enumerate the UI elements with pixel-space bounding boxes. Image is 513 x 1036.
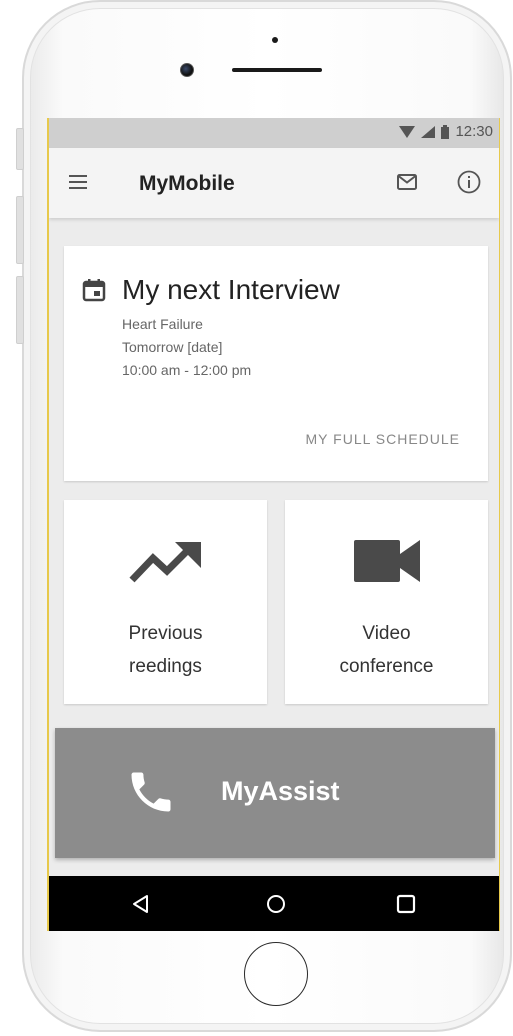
- menu-icon[interactable]: [69, 175, 87, 189]
- home-icon[interactable]: [264, 892, 288, 916]
- info-icon[interactable]: [457, 170, 481, 194]
- readings-label-line1: Previous: [128, 623, 203, 644]
- wifi-icon: [399, 125, 416, 138]
- status-time: 12:30: [455, 123, 493, 140]
- next-interview-card: My next Interview Heart Failure Tomorrow…: [64, 246, 488, 481]
- silent-switch: [16, 128, 24, 170]
- recents-icon[interactable]: [394, 892, 418, 916]
- phone-icon: [131, 772, 171, 812]
- status-icons: 12:30: [399, 123, 493, 140]
- mail-icon[interactable]: [397, 174, 417, 190]
- battery-icon: [441, 124, 450, 139]
- back-icon[interactable]: [129, 892, 153, 916]
- videocam-icon: [353, 540, 420, 582]
- proximity-sensor: [272, 37, 278, 43]
- trending-up-icon: [128, 542, 201, 583]
- navigation-bar: [49, 876, 499, 931]
- home-button[interactable]: [244, 942, 308, 1006]
- interview-time: 10:00 am - 12:00 pm: [122, 362, 252, 378]
- myassist-label: MyAssist: [221, 776, 340, 806]
- video-conference-tile[interactable]: Video conference: [285, 500, 488, 704]
- video-label-line1: Video: [362, 623, 411, 644]
- myassist-button[interactable]: MyAssist: [55, 728, 495, 858]
- front-camera-icon: [180, 63, 194, 77]
- status-bar: 12:30: [49, 118, 499, 148]
- readings-label-line2: reedings: [129, 656, 202, 677]
- previous-readings-tile[interactable]: Previous reedings: [64, 500, 267, 704]
- app-title: MyMobile: [139, 172, 235, 195]
- signal-icon: [421, 125, 436, 138]
- phone-screen: 12:30 MyMobile My next Interview Heart F…: [47, 118, 500, 931]
- video-label-line2: conference: [339, 656, 434, 677]
- earpiece-speaker: [232, 68, 322, 72]
- app-bar: MyMobile: [49, 148, 499, 218]
- full-schedule-link[interactable]: MY FULL SCHEDULE: [306, 431, 460, 447]
- calendar-icon: [82, 279, 106, 302]
- volume-down-button: [16, 276, 24, 344]
- interview-title: My next Interview: [122, 274, 340, 305]
- interview-date: Tomorrow [date]: [122, 339, 223, 355]
- interview-topic: Heart Failure: [122, 316, 203, 332]
- volume-up-button: [16, 196, 24, 264]
